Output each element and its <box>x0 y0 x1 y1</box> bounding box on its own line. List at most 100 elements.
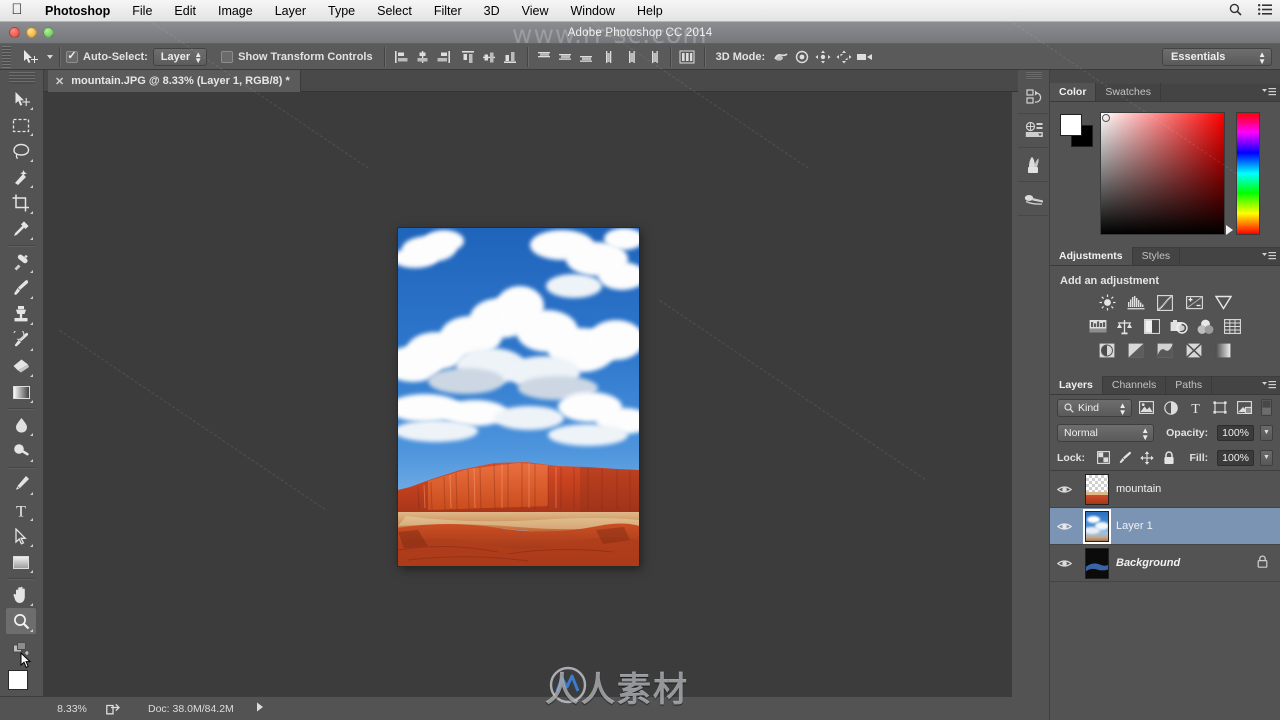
photo-filter-icon[interactable] <box>1169 318 1188 335</box>
filter-smart-object-icon[interactable] <box>1236 399 1255 417</box>
brush-panel-icon[interactable] <box>1018 148 1050 182</box>
document-image[interactable] <box>398 228 639 566</box>
tab-paths[interactable]: Paths <box>1166 376 1213 394</box>
quick-selection-tool[interactable] <box>6 164 36 190</box>
horizontal-type-tool[interactable]: T <box>6 497 36 523</box>
posterize-icon[interactable] <box>1127 342 1146 359</box>
layer-name[interactable]: mountain <box>1116 483 1280 495</box>
auto-select-checkbox[interactable] <box>66 50 78 63</box>
brush-tool[interactable] <box>6 275 36 301</box>
workspace-selector[interactable]: Essentials ▲ ▼ <box>1162 48 1272 66</box>
zoom-tool[interactable] <box>6 608 36 634</box>
show-transform-controls-checkbox[interactable] <box>221 50 234 63</box>
document-tab[interactable]: ✕ mountain.JPG @ 8.33% (Layer 1, RGB/8) … <box>48 70 301 92</box>
move-tool[interactable] <box>6 86 36 112</box>
slide-3d-icon[interactable] <box>833 47 854 67</box>
chevron-right-icon[interactable] <box>256 702 264 715</box>
auto-align-layers-icon[interactable] <box>677 47 698 67</box>
panel-menu-icon[interactable] <box>1262 87 1276 99</box>
menu-item-window[interactable]: Window <box>560 0 626 22</box>
menu-item-filter[interactable]: Filter <box>423 0 473 22</box>
eyedropper-tool[interactable] <box>6 216 36 242</box>
opacity-stepper[interactable]: ▼ <box>1260 424 1273 441</box>
table-row[interactable]: Layer 1 <box>1050 508 1280 545</box>
color-field[interactable] <box>1100 112 1225 235</box>
distribute-top-edges-button[interactable] <box>534 47 555 67</box>
filter-adjustment-icon[interactable] <box>1162 399 1181 417</box>
blur-tool[interactable] <box>6 412 36 438</box>
share-icon[interactable] <box>100 702 126 715</box>
menu-item-layer[interactable]: Layer <box>264 0 317 22</box>
pen-tool[interactable] <box>6 471 36 497</box>
menu-item-photoshop[interactable]: Photoshop <box>34 0 121 22</box>
tab-adjustments[interactable]: Adjustments <box>1050 247 1133 265</box>
distribute-bottom-edges-button[interactable] <box>576 47 597 67</box>
drag-3d-icon[interactable] <box>812 47 833 67</box>
properties-panel-icon[interactable] <box>1018 114 1050 148</box>
color-balance-icon[interactable] <box>1115 318 1134 335</box>
menu-item-help[interactable]: Help <box>626 0 674 22</box>
close-icon[interactable]: ✕ <box>55 75 64 88</box>
tools-panel-grip[interactable] <box>9 72 35 84</box>
tab-styles[interactable]: Styles <box>1133 247 1181 265</box>
auto-select-scope-select[interactable]: Layer ▲ ▼ <box>152 47 208 66</box>
opacity-value[interactable]: 100% <box>1217 424 1254 441</box>
color-foreground-swatch[interactable] <box>1060 114 1082 136</box>
align-top-edges-button[interactable] <box>458 47 479 67</box>
layer-visibility-toggle[interactable] <box>1050 558 1078 569</box>
brightness-contrast-icon[interactable] <box>1098 294 1117 311</box>
distribute-right-edges-button[interactable] <box>643 47 664 67</box>
history-brush-tool[interactable] <box>6 327 36 353</box>
filter-type-icon[interactable]: T <box>1187 399 1206 417</box>
menu-item-view[interactable]: View <box>511 0 560 22</box>
filter-shape-icon[interactable] <box>1211 399 1230 417</box>
align-bottom-edges-button[interactable] <box>500 47 521 67</box>
table-row[interactable]: Background <box>1050 545 1280 582</box>
document-size-info[interactable]: Doc: 38.0M/84.2M <box>148 703 234 715</box>
tab-color[interactable]: Color <box>1050 83 1097 101</box>
rectangular-marquee-tool[interactable] <box>6 112 36 138</box>
distribute-left-edges-button[interactable] <box>601 47 622 67</box>
layer-thumbnail-box[interactable] <box>1078 508 1116 544</box>
align-right-edges-button[interactable] <box>433 47 454 67</box>
lock-position-icon[interactable] <box>1139 450 1155 466</box>
align-horizontal-centers-button[interactable] <box>412 47 433 67</box>
color-lookup-icon[interactable] <box>1223 318 1242 335</box>
distribute-horizontal-centers-button[interactable] <box>622 47 643 67</box>
history-panel-icon[interactable] <box>1018 80 1050 114</box>
curves-icon[interactable] <box>1156 294 1175 311</box>
foreground-color-swatch[interactable] <box>8 670 28 690</box>
dodge-tool[interactable] <box>6 438 36 464</box>
blend-mode-select[interactable]: Normal ▲ ▼ <box>1057 423 1155 442</box>
menu-item-image[interactable]: Image <box>207 0 264 22</box>
layer-name[interactable]: Background <box>1116 557 1257 569</box>
menu-item-select[interactable]: Select <box>366 0 423 22</box>
scale-3d-icon[interactable] <box>854 47 875 67</box>
lock-transparent-pixels-icon[interactable] <box>1095 450 1111 466</box>
layer-name[interactable]: Layer 1 <box>1116 520 1280 532</box>
vibrance-icon[interactable] <box>1214 294 1233 311</box>
threshold-icon[interactable] <box>1156 342 1175 359</box>
zoom-level[interactable]: 8.33% <box>44 703 100 715</box>
gradient-map-icon[interactable] <box>1214 342 1233 359</box>
hue-slider-marker[interactable] <box>1226 225 1233 235</box>
color-field-marker[interactable] <box>1102 114 1110 122</box>
selective-color-icon[interactable] <box>1185 342 1204 359</box>
search-icon[interactable] <box>1220 3 1250 19</box>
rectangle-tool[interactable] <box>6 549 36 575</box>
align-left-edges-button[interactable] <box>391 47 412 67</box>
lock-all-icon[interactable] <box>1161 450 1177 466</box>
crop-tool[interactable] <box>6 190 36 216</box>
levels-icon[interactable] <box>1127 294 1146 311</box>
apple-icon[interactable]:  <box>0 2 34 19</box>
fill-value[interactable]: 100% <box>1217 449 1254 466</box>
lock-image-pixels-icon[interactable] <box>1117 450 1133 466</box>
spot-healing-brush-tool[interactable] <box>6 249 36 275</box>
menu-item-type[interactable]: Type <box>317 0 366 22</box>
list-icon[interactable] <box>1250 3 1280 18</box>
layer-thumbnail-box[interactable] <box>1078 547 1116 580</box>
layer-filter-kind-select[interactable]: Kind ▲ ▼ <box>1057 398 1132 417</box>
tool-preset-chevron-icon[interactable] <box>47 54 53 59</box>
roll-3d-icon[interactable] <box>791 47 812 67</box>
change-screen-mode-button[interactable] <box>6 636 36 662</box>
